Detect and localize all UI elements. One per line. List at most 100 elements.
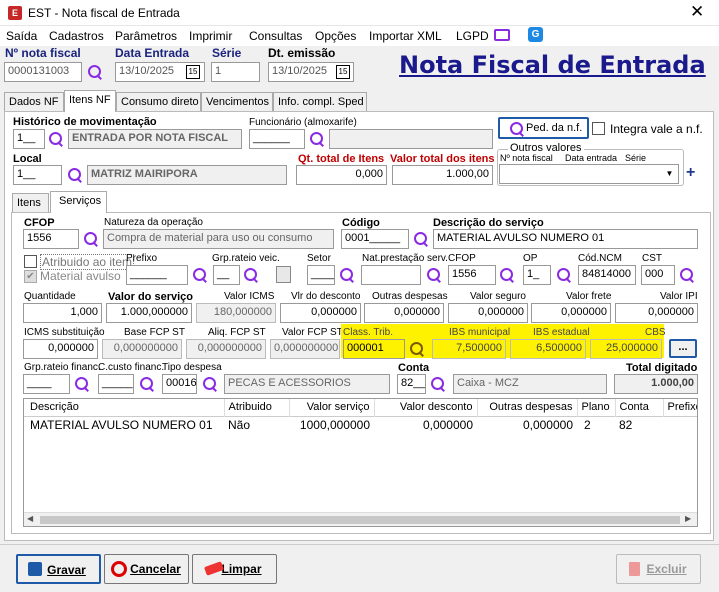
items-grid[interactable]: Descrição Atribuido Valor serviço Valor … <box>23 398 698 527</box>
nota-input[interactable]: 0000131003 <box>4 62 82 82</box>
grp-rateio-fin-input[interactable]: ____ <box>23 374 70 394</box>
tab-dados-nf[interactable]: Dados NF <box>4 92 64 112</box>
cfop-input[interactable]: 1556 <box>23 229 79 249</box>
valor-frete-input[interactable]: 0,000000 <box>531 303 611 323</box>
material-avulso-checkbox[interactable]: ✔ <box>24 270 37 283</box>
col-valor-servico[interactable]: Valor serviço <box>289 399 375 416</box>
vlr-desconto-input[interactable]: 0,000000 <box>280 303 361 323</box>
setor-input[interactable]: ____ <box>307 265 335 285</box>
search-grp-rateio-fin-icon[interactable] <box>74 376 90 392</box>
horizontal-scrollbar[interactable]: ◀ ▶ <box>24 512 697 526</box>
cfop2-input[interactable]: 1556 <box>448 265 496 285</box>
integra-checkbox[interactable] <box>592 122 605 135</box>
add-icon[interactable]: + <box>686 164 695 182</box>
historico-code-input[interactable]: 1__ <box>13 129 45 149</box>
base-fcp-input[interactable]: 0,000000000 <box>102 339 182 359</box>
search-c-custo-icon[interactable] <box>139 376 155 392</box>
class-trib-input[interactable]: 000001 <box>343 339 405 359</box>
menu-parametros[interactable]: Parâmetros <box>115 29 177 43</box>
search-cst-icon[interactable] <box>679 267 695 283</box>
tipo-despesa-input[interactable]: 00016 <box>162 374 197 394</box>
calendar-icon[interactable]: 15 <box>336 65 350 79</box>
serie-input[interactable]: 1 <box>211 62 260 82</box>
cancelar-button[interactable]: Cancelar <box>104 554 189 584</box>
search-prefixo-icon[interactable] <box>192 267 208 283</box>
more-button[interactable]: ... <box>669 339 697 358</box>
menu-lgpd[interactable]: LGPD <box>456 29 489 43</box>
col-outras-despesas[interactable]: Outras despesas <box>477 399 578 416</box>
atribuido-checkbox[interactable] <box>24 255 37 268</box>
close-icon[interactable]: ✕ <box>690 2 704 22</box>
col-descricao[interactable]: Descrição <box>24 399 225 416</box>
menu-opcoes[interactable]: Opções <box>315 29 356 43</box>
monitor-icon[interactable] <box>494 29 510 41</box>
scroll-thumb[interactable] <box>40 516 680 524</box>
valor-ipi-input[interactable]: 0,000000 <box>615 303 698 323</box>
col-atribuido[interactable]: Atribuido <box>224 399 290 416</box>
search-conta-icon[interactable] <box>430 376 446 392</box>
valor-servico-input[interactable]: 1.000,000000 <box>106 303 192 323</box>
outros-valores-select[interactable] <box>499 164 679 184</box>
chevron-down-icon[interactable]: ▼ <box>662 166 677 182</box>
search-local-icon[interactable] <box>67 167 83 183</box>
g-icon[interactable]: G <box>528 27 543 42</box>
search-funcionario-icon[interactable] <box>309 131 325 147</box>
calendar-icon[interactable]: 15 <box>186 65 200 79</box>
local-code-input[interactable]: 1__ <box>13 165 62 185</box>
search-cfop2-icon[interactable] <box>499 267 515 283</box>
ibs-municipal-input[interactable]: 7,500000 <box>432 339 506 359</box>
copy-icon[interactable] <box>276 266 291 283</box>
ncm-input[interactable]: 84814000 <box>578 265 636 285</box>
limpar-button[interactable]: Limpar <box>192 554 277 584</box>
conta-input[interactable]: 82__ <box>397 374 426 394</box>
excluir-button[interactable]: Excluir <box>616 554 701 584</box>
descricao-input[interactable]: MATERIAL AVULSO NUMERO 01 <box>433 229 698 249</box>
codigo-input[interactable]: 0001_____ <box>341 229 409 249</box>
search-nota-icon[interactable] <box>87 64 103 80</box>
scroll-right-icon[interactable]: ▶ <box>685 514 691 523</box>
menu-imprimir[interactable]: Imprimir <box>189 29 232 43</box>
icms-subst-input[interactable]: 0,000000 <box>23 339 98 359</box>
funcionario-input[interactable]: ______ <box>249 129 305 149</box>
search-op-icon[interactable] <box>556 267 572 283</box>
outras-despesas-input[interactable]: 0,000000 <box>364 303 444 323</box>
scroll-left-icon[interactable]: ◀ <box>27 514 33 523</box>
ibs-estadual-input[interactable]: 6,500000 <box>510 339 586 359</box>
search-historico-icon[interactable] <box>48 131 64 147</box>
cbs-input[interactable]: 25,000000 <box>590 339 662 359</box>
col-plano[interactable]: Plano <box>577 399 616 416</box>
prefixo-input[interactable]: ______ <box>126 265 188 285</box>
menu-consultas[interactable]: Consultas <box>249 29 302 43</box>
valor-seguro-input[interactable]: 0,000000 <box>448 303 528 323</box>
menu-importar-xml[interactable]: Importar XML <box>369 29 442 43</box>
subtab-servicos[interactable]: Serviços <box>50 191 107 213</box>
search-class-trib-icon[interactable] <box>409 341 425 357</box>
col-conta[interactable]: Conta <box>615 399 664 416</box>
subtab-itens[interactable]: Itens <box>12 193 49 213</box>
op-input[interactable]: 1_ <box>523 265 551 285</box>
search-tipo-despesa-icon[interactable] <box>202 376 218 392</box>
tab-info-compl-sped[interactable]: Info. compl. Sped <box>273 92 367 112</box>
search-cfop-icon[interactable] <box>83 231 99 247</box>
aliq-fcp-input[interactable]: 0,000000000 <box>186 339 266 359</box>
col-valor-desconto[interactable]: Valor desconto <box>374 399 478 416</box>
cst-input[interactable]: 000 <box>641 265 675 285</box>
col-prefixo[interactable]: Prefixo <box>663 399 697 416</box>
search-grp-rateio-icon[interactable] <box>243 267 259 283</box>
ped-nf-button[interactable]: Ped. da n.f. <box>498 117 589 139</box>
gravar-button[interactable]: Gravar <box>16 554 101 584</box>
menu-saida[interactable]: Saída <box>6 29 37 43</box>
search-codigo-icon[interactable] <box>413 231 429 247</box>
nat-prest-input[interactable] <box>361 265 421 285</box>
search-nat-prest-icon[interactable] <box>426 267 442 283</box>
grp-rateio-input[interactable]: __ <box>213 265 240 285</box>
c-custo-input[interactable]: _____ <box>98 374 134 394</box>
search-setor-icon[interactable] <box>339 267 355 283</box>
tab-vencimentos[interactable]: Vencimentos <box>201 92 273 112</box>
tab-consumo-direto[interactable]: Consumo direto <box>116 92 201 112</box>
menu-cadastros[interactable]: Cadastros <box>49 29 104 43</box>
quantidade-input[interactable]: 1,000 <box>23 303 102 323</box>
table-row[interactable]: MATERIAL AVULSO NUMERO 01 Não 1000,00000… <box>24 416 697 434</box>
valor-icms-input[interactable]: 180,000000 <box>196 303 276 323</box>
tab-itens-nf[interactable]: Itens NF <box>64 90 116 112</box>
